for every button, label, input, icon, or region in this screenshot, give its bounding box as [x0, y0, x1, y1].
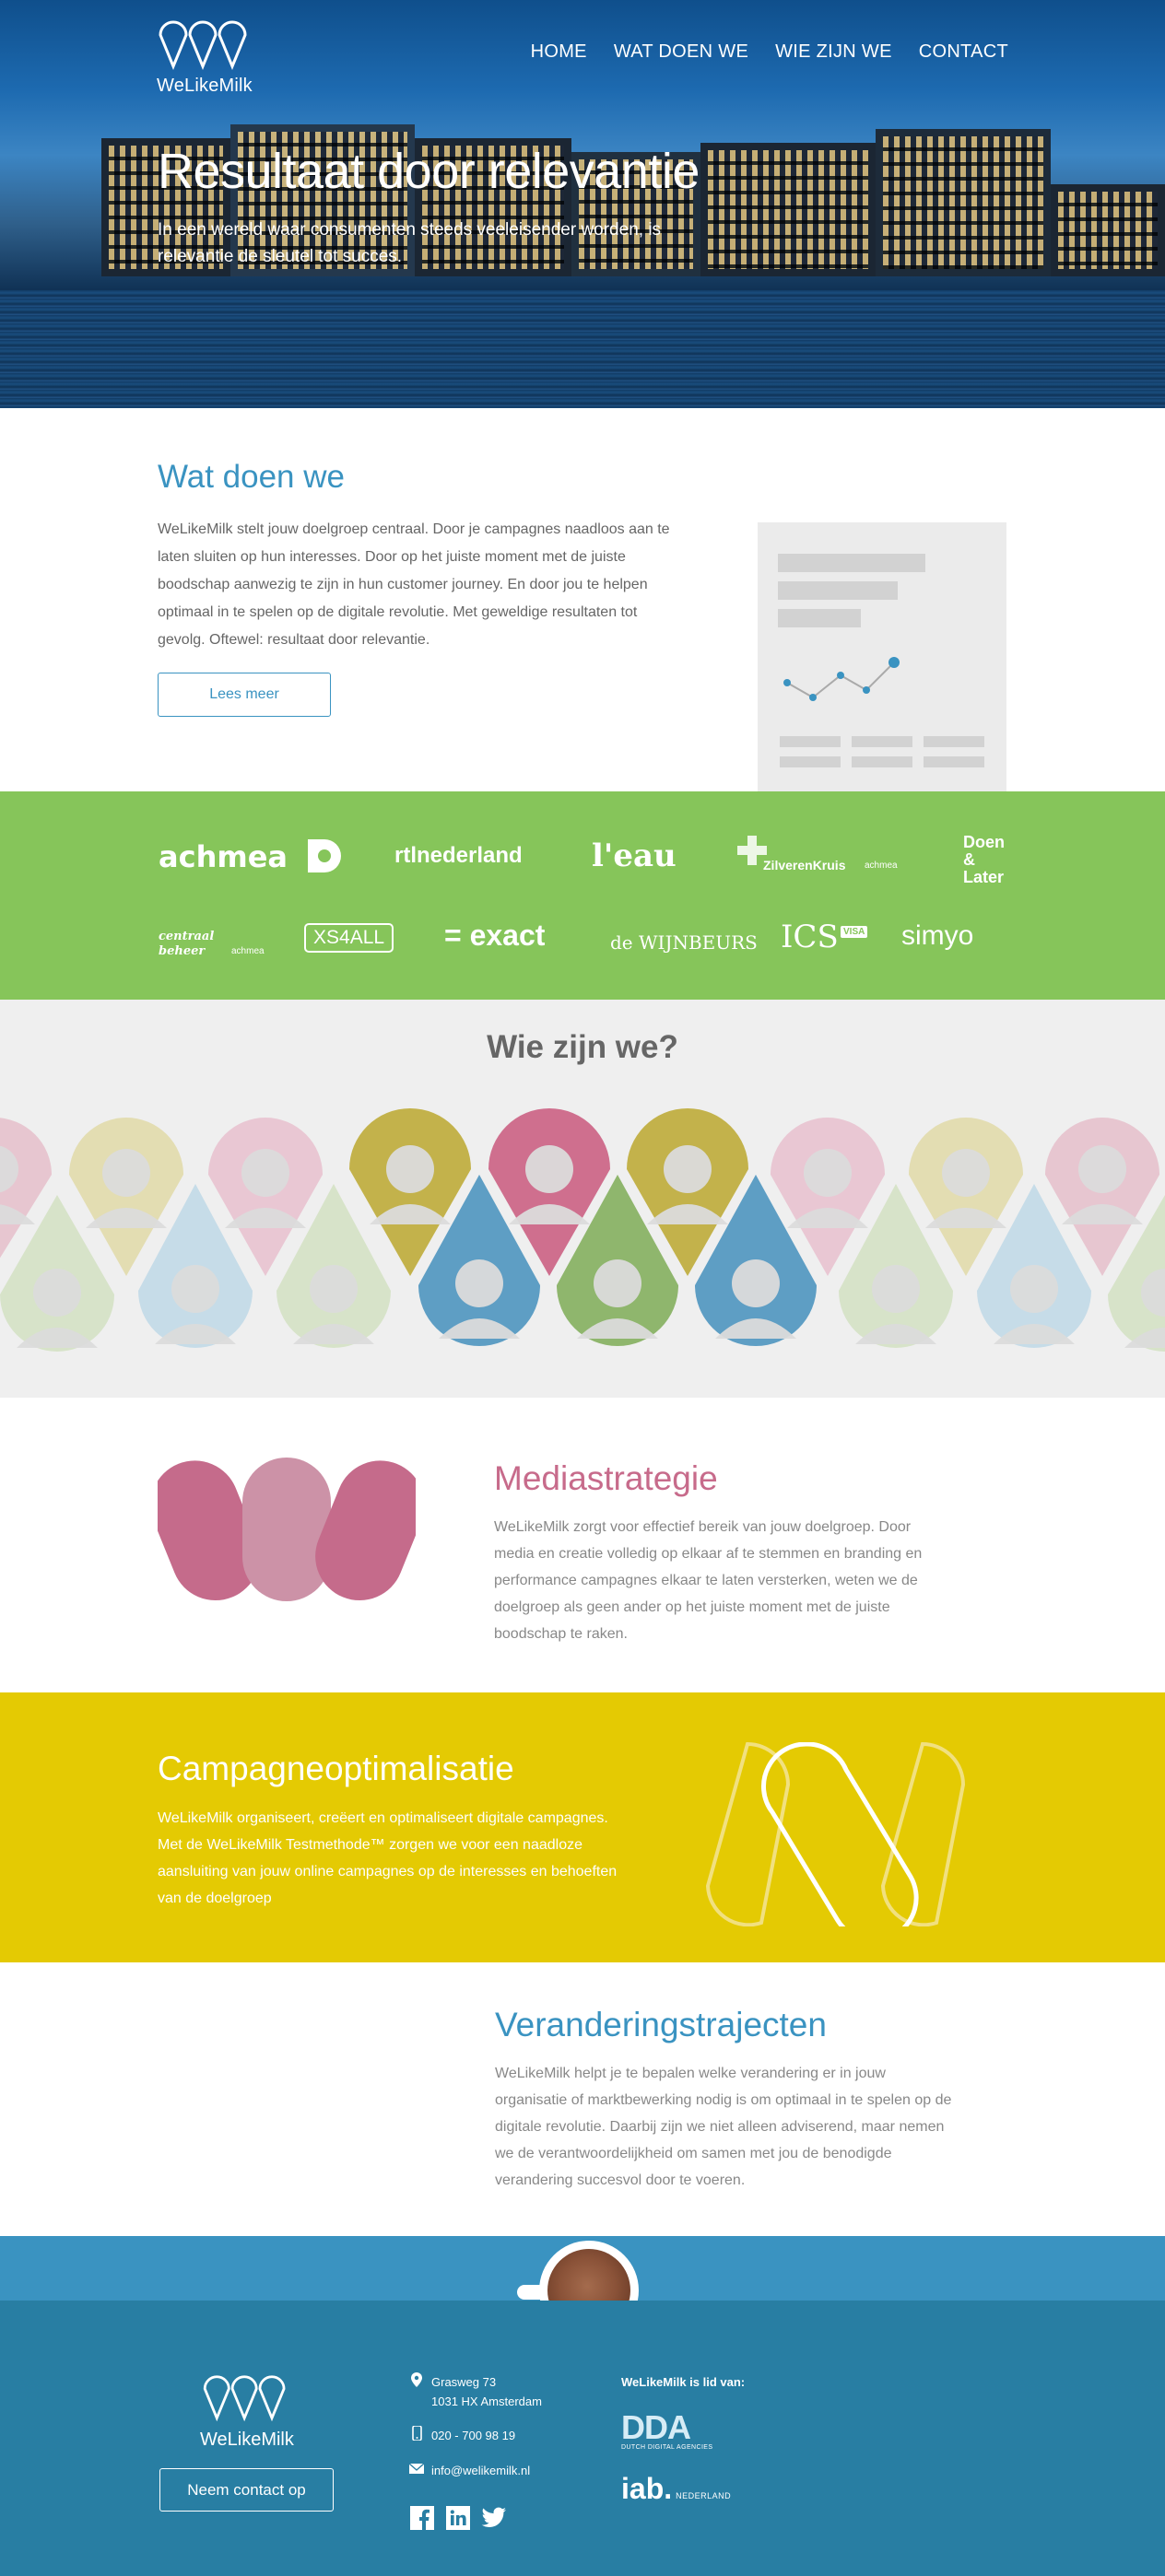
dda-logo-subtext: DUTCH DIGITAL AGENCIES [621, 2444, 713, 2451]
client-logo-leau: l'eau [592, 837, 677, 874]
hero-title: Resultaat door relevantie [158, 144, 700, 199]
doc-line [852, 736, 912, 747]
client-logo-cb-achmea: achmea [231, 946, 265, 956]
wie-zijn-we-section: Wie zijn we? [0, 1000, 1165, 1398]
doc-line [780, 736, 841, 747]
campagne-text: WeLikeMilk organiseert, creëert en optim… [158, 1810, 618, 1906]
white-w-outline-icon [706, 1742, 966, 1926]
line-chart-icon [783, 657, 900, 701]
client-logo-zilverenkruis: ZilverenKruis [763, 858, 846, 872]
building-image [700, 143, 876, 276]
building-image [876, 129, 1051, 276]
doc-line [778, 581, 898, 600]
hero-section: WeLikeMilk HOME WAT DOEN WE WIE ZIJN WE … [0, 0, 1165, 408]
campagneoptimalisatie-section: Campagneoptimalisatie WeLikeMilk organis… [0, 1692, 1165, 1962]
wat-doen-we-section: Wat doen we WeLikeMilk stelt jouw doelgr… [0, 408, 1165, 791]
mediastrategie-text: WeLikeMilk zorgt voor effectief bereik v… [494, 1519, 923, 1642]
beheer-text: beheer [159, 944, 206, 958]
wat-doen-we-heading: Wat doen we [158, 459, 345, 495]
dda-logo-text: DDA [621, 2408, 691, 2446]
footer-brand-name: WeLikeMilk [200, 2430, 294, 2450]
water-reflection [0, 290, 1165, 408]
pink-w-logo-icon [158, 1458, 416, 1601]
mediastrategie-section: Mediastrategie WeLikeMilk zorgt voor eff… [0, 1398, 1165, 1692]
hero-subtitle: In een wereld waar consumenten steeds ve… [158, 220, 662, 266]
email-text: info@welikemilk.nl [431, 2464, 531, 2477]
client-logo-doen-later: Doen & Later [963, 834, 1005, 886]
footer-phone[interactable]: 020 - 700 98 19 [409, 2426, 515, 2445]
centraal-text: centraal [159, 930, 215, 943]
dda-logo: DDA DUTCH DIGITAL AGENCIES [621, 2408, 713, 2452]
site-footer: WeLikeMilk Neem contact op Grasweg 73 10… [0, 2301, 1165, 2576]
doc-line [924, 736, 984, 747]
report-illustration [758, 522, 1006, 791]
clients-section: achmea rtlnederland l'eau ZilverenKruis … [0, 791, 1165, 1000]
verander-text: WeLikeMilk helpt je te bepalen welke ver… [495, 2066, 952, 2188]
footer-address: Grasweg 73 1031 HX Amsterdam [409, 2372, 542, 2411]
wat-doen-we-body: WeLikeMilk stelt jouw doelgroep centraal… [158, 521, 670, 648]
social-links [409, 2505, 507, 2531]
neem-contact-op-button[interactable]: Neem contact op [159, 2468, 334, 2512]
mediastrategie-title: Mediastrategie [494, 1459, 718, 1497]
footer-email[interactable]: info@welikemilk.nl [409, 2461, 530, 2480]
iab-logo: iab. NEDERLAND [621, 2474, 731, 2503]
iab-logo-subtext: NEDERLAND [676, 2491, 732, 2500]
campagne-title: Campagneoptimalisatie [158, 1750, 514, 1787]
client-logo-exact: = exact [444, 919, 546, 952]
linkedin-icon[interactable] [445, 2505, 471, 2531]
location-pin-icon [411, 2372, 422, 2387]
client-logo-wijnbeurs: de WIJNBEURS [610, 931, 758, 954]
team-drops-illustration [0, 1108, 1165, 1352]
building-image [1051, 184, 1165, 276]
client-logo-achmea: achmea [159, 839, 288, 874]
verander-title: Veranderingstrajecten [495, 2006, 827, 2043]
nav-home[interactable]: HOME [531, 41, 587, 63]
doc-line [778, 554, 925, 572]
nav-wat-doen-we[interactable]: WAT DOEN WE [614, 41, 748, 63]
client-logo-ics: ICS [781, 919, 839, 955]
lees-meer-button[interactable]: Lees meer [158, 673, 331, 717]
brand-logo[interactable]: WeLikeMilk [157, 18, 258, 97]
later-text: Later [963, 868, 1005, 886]
client-logo-simyo: simyo [901, 920, 974, 951]
facebook-icon[interactable] [409, 2505, 435, 2531]
achmea-mark-icon [308, 839, 341, 872]
client-logo-xs4all: XS4ALL [304, 923, 394, 953]
twitter-icon[interactable] [481, 2505, 507, 2531]
client-logo-centraal-beheer: centraal beheer [159, 930, 214, 959]
nav-wie-zijn-we[interactable]: WIE ZIJN WE [775, 41, 892, 63]
doc-line [852, 756, 912, 767]
phone-icon [412, 2426, 422, 2441]
iab-logo-text: iab. [621, 2472, 673, 2505]
mail-icon [409, 2463, 424, 2474]
address-line1: Grasweg 73 [431, 2375, 497, 2389]
doc-line [778, 609, 861, 627]
address-line2: 1031 HX Amsterdam [431, 2395, 542, 2408]
brand-name: WeLikeMilk [157, 76, 253, 96]
nav-contact[interactable]: CONTACT [919, 41, 1008, 63]
client-logo-zk-achmea: achmea [865, 861, 898, 871]
client-logo-visa: VISA [841, 926, 868, 938]
welikemilk-logo-icon [159, 20, 247, 70]
client-logo-rtl: rtlnederland [394, 843, 523, 868]
doen-text: Doen [963, 833, 1005, 851]
welikemilk-logo-icon [203, 2375, 286, 2422]
main-nav: HOME WAT DOEN WE WIE ZIJN WE CONTACT [531, 41, 1008, 63]
phone-text: 020 - 700 98 19 [431, 2429, 516, 2442]
doc-line [924, 756, 984, 767]
footer-logo[interactable]: WeLikeMilk [200, 2373, 294, 2451]
veranderingstrajecten-section: Veranderingstrajecten WeLikeMilk helpt j… [0, 1962, 1165, 2236]
ampersand-text: & [963, 850, 975, 869]
address-text: Grasweg 73 1031 HX Amsterdam [431, 2372, 542, 2411]
member-label: WeLikeMilk is lid van: [621, 2375, 746, 2389]
doc-line [780, 756, 841, 767]
